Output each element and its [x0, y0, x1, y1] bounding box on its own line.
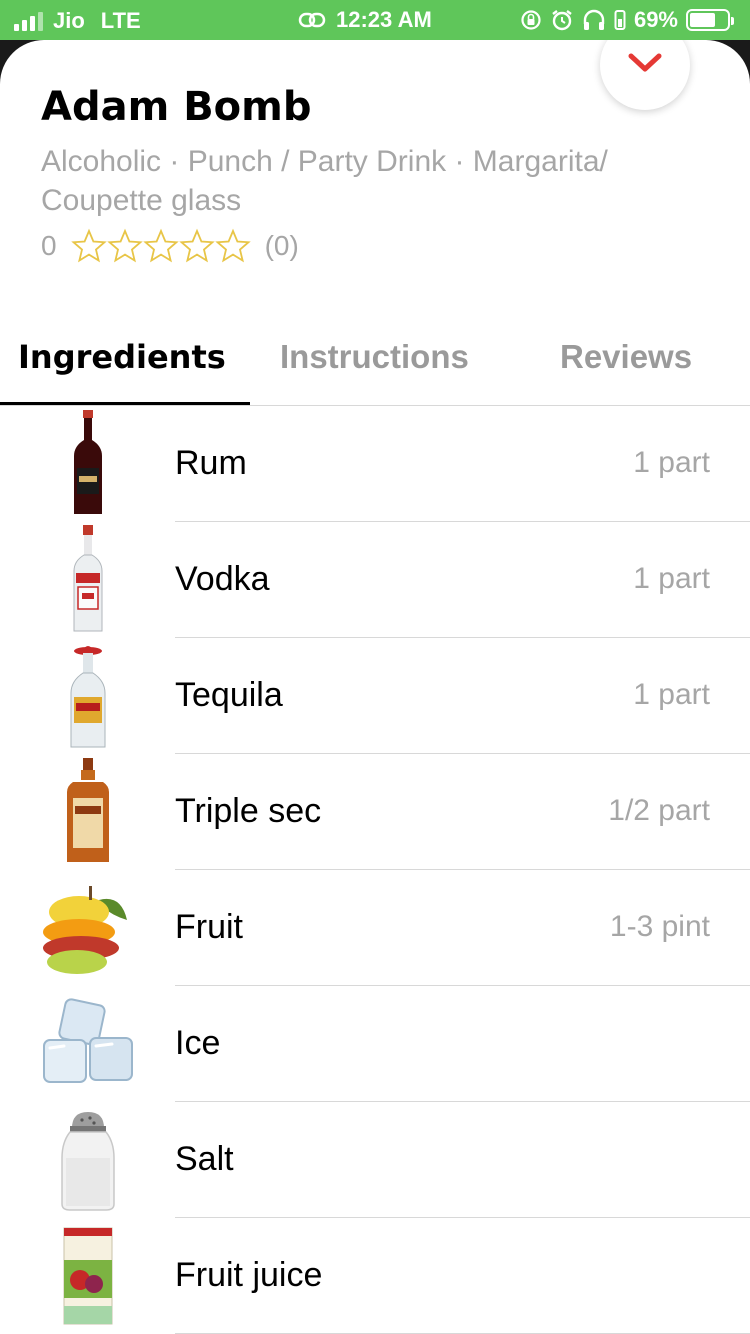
ingredient-name: Fruit: [175, 908, 243, 946]
battery-icon: [686, 9, 734, 31]
drink-detail-sheet: Adam Bomb Alcoholic · Punch / Party Drin…: [0, 40, 750, 1334]
signal-icon: [14, 11, 43, 31]
drink-title: Adam Bomb: [41, 84, 312, 130]
star-icon: [106, 228, 143, 263]
rating-value: 0: [41, 230, 57, 261]
ingredient-name: Vodka: [175, 560, 270, 598]
ingredient-list: Rum 1 part Vodka 1 part Tequila 1 part T…: [0, 406, 750, 1334]
rating-count: (0): [264, 230, 299, 261]
ingredient-row[interactable]: Fruit juice: [0, 1218, 750, 1334]
ice-cubes-icon: [38, 990, 138, 1098]
link-icon: [298, 12, 326, 28]
ingredient-name: Triple sec: [175, 792, 322, 830]
ingredient-name: Rum: [175, 444, 247, 482]
alarm-icon: [552, 10, 572, 31]
ingredient-measure: 1 part: [633, 446, 710, 479]
ingredient-measure: 1 part: [633, 678, 710, 711]
ingredient-row[interactable]: Triple sec 1/2 part: [0, 754, 750, 870]
rum-bottle-icon: [38, 410, 138, 518]
tab-bar: Ingredients Instructions Reviews: [0, 330, 750, 406]
star-icon: [214, 228, 251, 263]
network-label: LTE: [100, 8, 141, 33]
star-rating[interactable]: [70, 228, 251, 264]
ingredient-row[interactable]: Tequila 1 part: [0, 638, 750, 754]
rating-row: 0 (0): [41, 228, 299, 264]
triple-sec-bottle-icon: [38, 758, 138, 866]
star-icon: [70, 228, 107, 263]
tab-label: Ingredients: [18, 338, 226, 376]
clock: 12:23 AM: [336, 7, 432, 32]
tab-instructions[interactable]: Instructions: [280, 338, 469, 414]
battery-percent: 69%: [633, 7, 678, 32]
juice-box-icon: [38, 1222, 138, 1330]
status-bar: Jio LTE 12:23 AM 69%: [0, 0, 750, 40]
ingredient-name: Salt: [175, 1140, 234, 1178]
fruit-icon: [38, 874, 138, 982]
tequila-bottle-icon: [38, 642, 138, 750]
ingredient-row[interactable]: Fruit 1-3 pint: [0, 870, 750, 986]
rotation-lock-icon: [521, 10, 541, 30]
tab-reviews[interactable]: Reviews: [560, 338, 692, 414]
tab-label: Instructions: [280, 338, 469, 375]
drink-subtitle: Alcoholic · Punch / Party Drink · Margar…: [41, 145, 608, 217]
heart-icon: [628, 53, 662, 72]
active-tab-indicator: [0, 402, 250, 405]
phone-battery-icon: [614, 10, 626, 30]
star-icon: [142, 228, 179, 263]
ingredient-name: Tequila: [175, 676, 283, 714]
tab-label: Reviews: [560, 338, 693, 375]
ingredient-row[interactable]: Ice: [0, 986, 750, 1102]
ingredient-row[interactable]: Rum 1 part: [0, 406, 750, 522]
ingredient-measure: 1 part: [633, 562, 710, 595]
ingredient-name: Fruit juice: [175, 1256, 323, 1294]
vodka-bottle-icon: [38, 525, 138, 634]
ingredient-name: Ice: [175, 1024, 221, 1062]
ingredient-row[interactable]: Salt: [0, 1102, 750, 1218]
ingredient-measure: 1/2 part: [608, 794, 710, 827]
carrier-label: Jio: [53, 8, 85, 33]
ingredient-measure: 1-3 pint: [609, 910, 710, 943]
favorite-button[interactable]: [600, 40, 690, 110]
ingredient-row[interactable]: Vodka 1 part: [0, 522, 750, 638]
headphones-icon: [583, 9, 605, 30]
salt-shaker-icon: [38, 1106, 138, 1214]
star-icon: [178, 228, 215, 263]
